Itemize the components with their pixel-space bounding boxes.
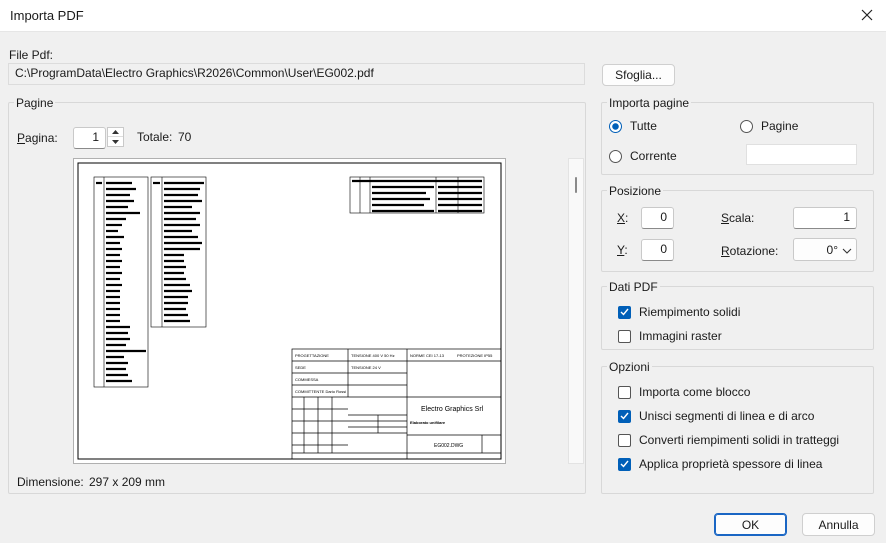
cancel-button-label: Annulla bbox=[818, 517, 859, 532]
preview-subtitle: Elaborato unifilare bbox=[410, 420, 446, 425]
checkmark-icon bbox=[620, 460, 629, 468]
checkbox-riempimento-solidi[interactable]: Riempimento solidi bbox=[618, 305, 740, 319]
radio-tutte-indicator[interactable] bbox=[609, 119, 622, 133]
dimension-value: 297 x 209 mm bbox=[89, 475, 166, 489]
browse-button[interactable]: Sfoglia... bbox=[602, 64, 675, 86]
checkmark-icon bbox=[620, 412, 629, 420]
x-label: X: bbox=[617, 211, 629, 225]
close-button[interactable] bbox=[854, 3, 880, 29]
rotation-label: Rotazione: bbox=[721, 244, 779, 258]
checkbox-converti-riempimenti-box[interactable] bbox=[618, 433, 631, 447]
pages-group-title: Pagine bbox=[14, 96, 56, 110]
file-path-field: C:\ProgramData\Electro Graphics\R2026\Co… bbox=[8, 63, 585, 85]
checkbox-immagini-raster-label: Immagini raster bbox=[639, 329, 722, 343]
file-pdf-label: File Pdf: bbox=[9, 48, 54, 62]
scale-input[interactable]: 1 bbox=[793, 207, 857, 229]
checkbox-applica-spessore-box[interactable] bbox=[618, 457, 631, 471]
preview-drawing: EG002.DWG bbox=[434, 443, 463, 449]
title-bar: Importa PDF bbox=[0, 0, 886, 32]
ok-button-label: OK bbox=[741, 517, 760, 532]
cancel-button[interactable]: Annulla bbox=[802, 513, 875, 536]
radio-pagine-label: Pagine bbox=[761, 119, 799, 133]
checkbox-immagini-raster[interactable]: Immagini raster bbox=[618, 329, 722, 343]
page-input[interactable]: 1 bbox=[73, 127, 106, 149]
svg-text:COMMITTENTE Dario Rossi: COMMITTENTE Dario Rossi bbox=[295, 389, 346, 394]
svg-text:SEDE: SEDE bbox=[295, 365, 306, 370]
scrollbar-thumb[interactable] bbox=[575, 177, 577, 193]
checkbox-applica-spessore-label: Applica proprietà spessore di linea bbox=[639, 457, 823, 471]
y-label: Y: bbox=[617, 243, 628, 257]
rotation-select[interactable]: 0° bbox=[793, 238, 857, 261]
pdf-data-group-title: Dati PDF bbox=[607, 280, 660, 294]
chevron-down-icon bbox=[842, 243, 852, 257]
checkbox-importa-come-blocco-label: Importa come blocco bbox=[639, 385, 751, 399]
checkbox-unisci-segmenti-label: Unisci segmenti di linea e di arco bbox=[639, 409, 815, 423]
radio-pagine[interactable]: Pagine bbox=[740, 119, 798, 133]
position-group-title: Posizione bbox=[607, 184, 664, 198]
radio-tutte-label: Tutte bbox=[630, 119, 657, 133]
import-pages-group-title: Importa pagine bbox=[607, 96, 692, 110]
checkbox-immagini-raster-box[interactable] bbox=[618, 329, 631, 343]
dimension-label: Dimensione: bbox=[17, 475, 84, 489]
spin-up-icon[interactable] bbox=[108, 128, 123, 137]
checkbox-unisci-segmenti[interactable]: Unisci segmenti di linea e di arco bbox=[618, 409, 814, 423]
radio-corrente-label: Corrente bbox=[630, 149, 677, 163]
browse-button-label: Sfoglia... bbox=[615, 68, 662, 82]
radio-tutte[interactable]: Tutte bbox=[609, 119, 657, 133]
checkbox-converti-riempimenti[interactable]: Converti riempimenti solidi in tratteggi bbox=[618, 433, 839, 447]
checkbox-applica-spessore[interactable]: Applica proprietà spessore di linea bbox=[618, 457, 822, 471]
x-input[interactable]: 0 bbox=[641, 207, 674, 229]
total-value: 70 bbox=[178, 130, 192, 144]
ok-button[interactable]: OK bbox=[714, 513, 787, 536]
checkbox-riempimento-solidi-label: Riempimento solidi bbox=[639, 305, 741, 319]
checkbox-riempimento-solidi-box[interactable] bbox=[618, 305, 631, 319]
preview-scrollbar[interactable] bbox=[568, 158, 584, 464]
spin-down-icon[interactable] bbox=[108, 137, 123, 146]
checkbox-converti-riempimenti-label: Converti riempimenti solidi in tratteggi bbox=[639, 433, 840, 447]
radio-pagine-indicator[interactable] bbox=[740, 119, 753, 133]
y-input[interactable]: 0 bbox=[641, 239, 674, 261]
svg-text:TENSIONE 400 V 50 Hz: TENSIONE 400 V 50 Hz bbox=[351, 353, 395, 358]
svg-text:TENSIONE 24 V: TENSIONE 24 V bbox=[351, 365, 381, 370]
window-title: Importa PDF bbox=[10, 8, 84, 23]
checkbox-importa-come-blocco[interactable]: Importa come blocco bbox=[618, 385, 750, 399]
page-label: Pagina: bbox=[17, 131, 58, 145]
radio-corrente[interactable]: Corrente bbox=[609, 149, 677, 163]
options-group-title: Opzioni bbox=[607, 360, 652, 374]
total-label: Totale: bbox=[137, 130, 173, 144]
pdf-preview: PROGETTAZIONE SEDE COMMESSA COMMITTENTE … bbox=[73, 158, 506, 464]
scale-label: Scala: bbox=[721, 211, 755, 225]
svg-text:PROGETTAZIONE: PROGETTAZIONE bbox=[295, 353, 329, 358]
drawing-thumbnail: PROGETTAZIONE SEDE COMMESSA COMMITTENTE … bbox=[77, 162, 502, 460]
checkbox-unisci-segmenti-box[interactable] bbox=[618, 409, 631, 423]
page-spinner[interactable] bbox=[107, 127, 124, 147]
checkmark-icon bbox=[620, 308, 629, 316]
svg-text:COMMESSA: COMMESSA bbox=[295, 377, 319, 382]
svg-text:PROTEZIONE IP55: PROTEZIONE IP55 bbox=[457, 353, 493, 358]
checkbox-importa-come-blocco-box[interactable] bbox=[618, 385, 631, 399]
close-icon bbox=[861, 9, 873, 24]
preview-company: Electro Graphics Srl bbox=[421, 406, 484, 413]
rotation-value: 0° bbox=[826, 242, 838, 257]
svg-text:NORME CEI 17-13: NORME CEI 17-13 bbox=[410, 353, 445, 358]
radio-corrente-indicator[interactable] bbox=[609, 149, 622, 163]
pages-range-input[interactable] bbox=[746, 144, 857, 165]
